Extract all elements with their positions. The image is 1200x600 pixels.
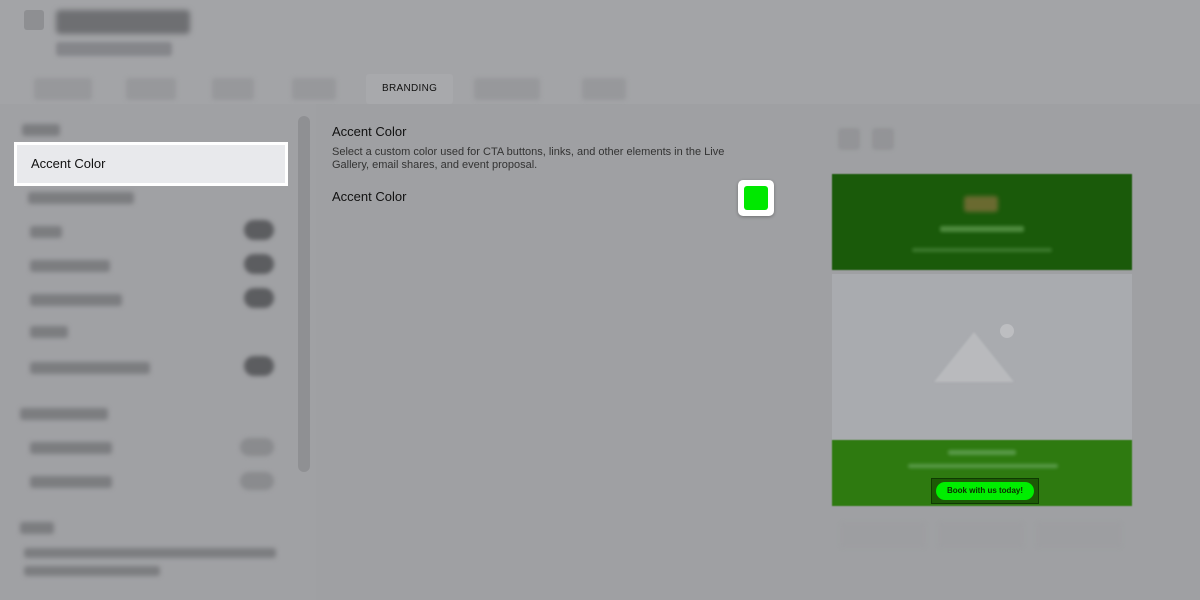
sidebar-item[interactable] [30,260,110,272]
image-placeholder-sun [1000,324,1014,338]
preview-logo [964,196,998,212]
sidebar-item-accent-color[interactable]: Accent Color [16,144,286,184]
toggle-switch[interactable] [244,356,274,376]
sidebar-item[interactable] [30,362,150,374]
sidebar-item-control[interactable] [240,472,274,490]
preview-subheading [912,248,1052,252]
toggle-switch[interactable] [244,220,274,240]
sidebar-item[interactable] [30,226,62,238]
page-title [56,10,190,34]
sidebar-help-text [24,548,276,558]
section-description: Select a custom color used for CTA butto… [332,146,725,171]
cta-button[interactable]: Book with us today! [936,482,1034,500]
tab-7[interactable] [582,78,626,100]
accent-color-swatch [744,186,768,210]
preview-image-placeholder [832,274,1132,440]
tab-1[interactable] [34,78,92,100]
preview-tab[interactable] [938,522,1024,548]
preview-footer-text [908,464,1058,468]
sidebar-section-label [20,408,108,420]
preview-toolbar [838,128,894,150]
sidebar-item-label: Accent Color [31,156,106,171]
section-title: Accent Color [332,124,407,139]
sidebar-help-text [24,566,160,576]
sidebar-item[interactable] [30,442,112,454]
tab-4[interactable] [292,78,336,100]
sidebar-item[interactable] [28,192,134,204]
preview-tabs [840,522,1122,548]
preview-hero [832,174,1132,270]
sidebar-item[interactable] [30,294,122,306]
sidebar-section-label [22,124,60,136]
sidebar-item-control[interactable] [240,438,274,456]
tab-branding[interactable]: BRANDING [366,74,454,104]
toggle-switch[interactable] [244,254,274,274]
desktop-view-icon[interactable] [838,128,860,150]
cta-highlight: Book with us today! [931,478,1039,504]
sidebar-scrollbar[interactable] [298,116,310,472]
accent-color-picker[interactable] [738,180,774,216]
accent-color-label: Accent Color [332,189,407,204]
header [0,0,1200,74]
sidebar-item[interactable] [30,476,112,488]
image-placeholder-icon [934,332,1014,382]
tab-bar: BRANDING [0,74,1200,104]
toggle-switch[interactable] [244,288,274,308]
preview-heading [940,226,1024,232]
email-preview [832,174,1132,506]
preview-footer-heading [948,450,1016,455]
preview-tab[interactable] [1036,522,1122,548]
tab-6[interactable] [474,78,540,100]
mobile-view-icon[interactable] [872,128,894,150]
preview-tab[interactable] [840,522,926,548]
tab-2[interactable] [126,78,176,100]
tab-3[interactable] [212,78,254,100]
sidebar-section-label [20,522,54,534]
back-icon[interactable] [24,10,44,30]
sidebar-item[interactable] [30,326,68,338]
page-subtitle [56,42,172,56]
